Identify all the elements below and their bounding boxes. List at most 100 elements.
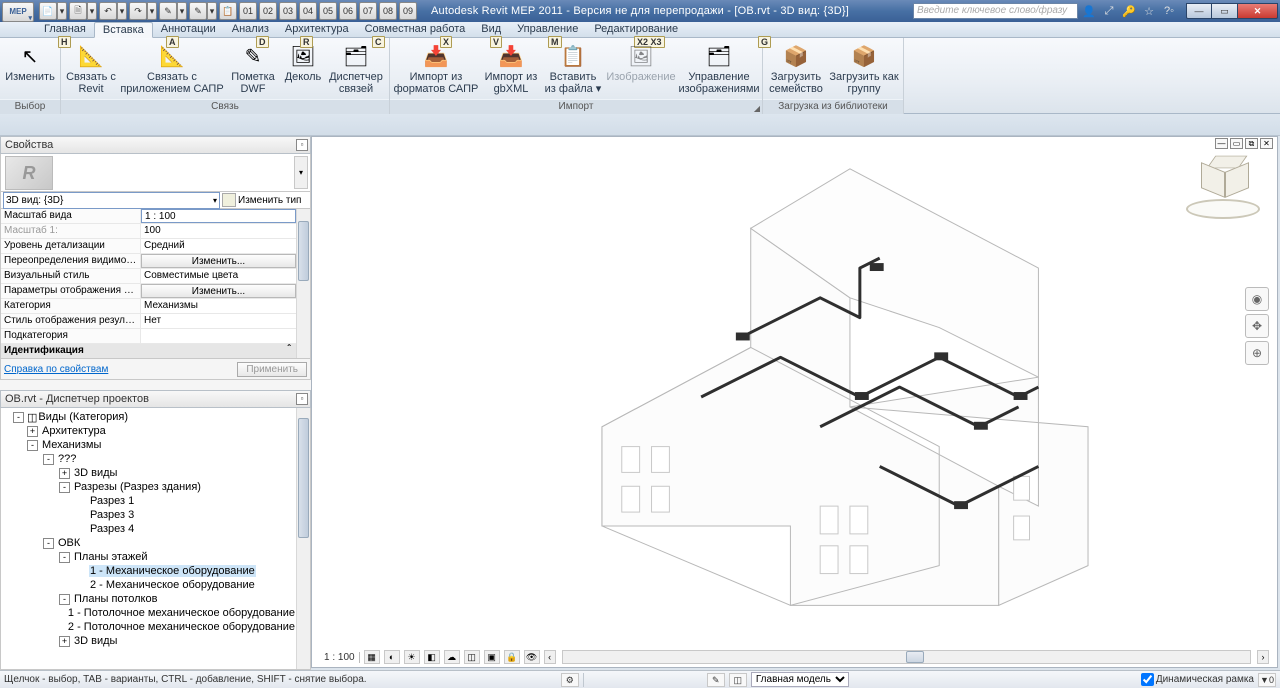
qat-button-4[interactable]: ✎ bbox=[159, 2, 177, 20]
browser-close-icon[interactable]: ▫ bbox=[296, 393, 308, 405]
tree-item[interactable]: -Разрезы (Разрез здания) bbox=[1, 480, 296, 494]
property-value[interactable]: Изменить... bbox=[141, 254, 296, 268]
ribbon-button[interactable]: 📋Вставитьиз файла ▾ bbox=[542, 39, 604, 99]
key-icon[interactable]: 🔑 bbox=[1120, 2, 1138, 20]
qat-button-15[interactable]: 09 bbox=[399, 2, 417, 20]
tab-Архитектура[interactable]: Архитектура bbox=[277, 22, 357, 37]
qat-button-5[interactable]: ✎ bbox=[189, 2, 207, 20]
search-input[interactable]: Введите ключевое слово/фразу bbox=[913, 3, 1078, 19]
tree-item[interactable]: 1 - Механическое оборудование bbox=[1, 564, 296, 578]
ribbon-button[interactable]: 🗂Управлениеизображениями bbox=[678, 39, 760, 99]
qat-dropdown-4[interactable]: ▾ bbox=[177, 2, 187, 20]
favorite-icon[interactable]: ☆ bbox=[1140, 2, 1158, 20]
nav-zoom-icon[interactable]: ⊕ bbox=[1245, 341, 1269, 365]
property-row[interactable]: Масштаб 1:100 bbox=[1, 224, 296, 239]
tree-twisty-icon[interactable]: - bbox=[13, 412, 24, 423]
property-value[interactable]: Средний bbox=[141, 239, 296, 253]
maximize-button[interactable]: ▭ bbox=[1212, 3, 1238, 19]
tree-twisty-icon[interactable]: + bbox=[59, 636, 70, 647]
tree-item[interactable]: -Механизмы bbox=[1, 438, 296, 452]
qat-dropdown-3[interactable]: ▾ bbox=[147, 2, 157, 20]
tab-Вид[interactable]: Вид bbox=[473, 22, 509, 37]
qat-dropdown-0[interactable]: ▾ bbox=[57, 2, 67, 20]
tab-Анализ[interactable]: Анализ bbox=[224, 22, 277, 37]
tree-item[interactable]: Разрез 4 bbox=[1, 522, 296, 536]
ribbon-button[interactable]: ✎ПометкаDWF bbox=[225, 39, 281, 99]
crop-region-icon[interactable]: ▣ bbox=[484, 650, 500, 664]
instance-selector[interactable]: 3D вид: {3D} bbox=[3, 192, 220, 209]
qat-button-12[interactable]: 06 bbox=[339, 2, 357, 20]
edit-type-button[interactable]: Изменить тип bbox=[222, 193, 308, 208]
status-model-select[interactable]: Главная модель bbox=[751, 672, 849, 687]
tab-Вставка[interactable]: Вставка bbox=[94, 22, 153, 38]
qat-dropdown-5[interactable]: ▾ bbox=[207, 2, 217, 20]
ribbon-button[interactable]: ↖Изменить bbox=[2, 39, 58, 99]
type-selector[interactable]: ▾ bbox=[0, 154, 311, 192]
crop-view-icon[interactable]: ◫ bbox=[464, 650, 480, 664]
qat-button-1[interactable]: 🗎 bbox=[69, 2, 87, 20]
browser-scrollbar[interactable] bbox=[296, 408, 310, 669]
tab-Главная[interactable]: Главная bbox=[36, 22, 94, 37]
tree-item[interactable]: Разрез 3 bbox=[1, 508, 296, 522]
qat-dropdown-2[interactable]: ▾ bbox=[117, 2, 127, 20]
tree-twisty-icon[interactable]: - bbox=[27, 440, 38, 451]
qat-button-10[interactable]: 04 bbox=[299, 2, 317, 20]
view-max-icon[interactable]: ▭ bbox=[1230, 138, 1243, 149]
project-browser-tree[interactable]: -◫ Виды (Категория)+Архитектура-Механизм… bbox=[1, 408, 296, 669]
qat-button-2[interactable]: ↶ bbox=[99, 2, 117, 20]
tree-item[interactable]: -Планы этажей bbox=[1, 550, 296, 564]
property-row[interactable]: Визуальный стильСовместимые цвета bbox=[1, 269, 296, 284]
ribbon-button[interactable]: 📥Импорт изgbXML bbox=[480, 39, 542, 99]
tree-twisty-icon[interactable]: + bbox=[59, 468, 70, 479]
tree-item[interactable]: Разрез 1 bbox=[1, 494, 296, 508]
qat-button-11[interactable]: 05 bbox=[319, 2, 337, 20]
tree-item[interactable]: 1 - Потолочное механическое оборудование bbox=[1, 606, 296, 620]
ribbon-button[interactable]: 📐Связать сRevit bbox=[63, 39, 119, 99]
qat-button-13[interactable]: 07 bbox=[359, 2, 377, 20]
help-icon[interactable]: ?◦ bbox=[1160, 2, 1178, 20]
qat-button-14[interactable]: 08 bbox=[379, 2, 397, 20]
property-row[interactable]: Параметры отображения гр...Изменить... bbox=[1, 284, 296, 299]
property-row[interactable]: Уровень детализацииСредний bbox=[1, 239, 296, 254]
view-close-icon[interactable]: ✕ bbox=[1260, 138, 1273, 149]
lock-icon[interactable]: 🔒 bbox=[504, 650, 520, 664]
panel-expand-icon[interactable]: ◢ bbox=[754, 102, 760, 116]
tree-item[interactable]: +3D виды bbox=[1, 466, 296, 480]
property-row[interactable]: Стиль отображения результ...Нет bbox=[1, 314, 296, 329]
tab-Аннотации[interactable]: Аннотации bbox=[153, 22, 224, 37]
status-design-options-icon[interactable]: ◫ bbox=[729, 673, 747, 687]
property-row[interactable]: Масштаб вида1 : 100 bbox=[1, 209, 296, 224]
property-value[interactable]: Изменить... bbox=[141, 284, 296, 298]
ribbon-button[interactable]: 📐Связать сприложением САПР bbox=[119, 39, 225, 99]
view-scale[interactable]: 1 : 100 bbox=[320, 652, 360, 663]
apply-button[interactable]: Применить bbox=[237, 362, 307, 377]
status-filter-icon[interactable]: ▼0 bbox=[1258, 673, 1276, 687]
ribbon-button[interactable]: 🗂Диспетчерсвязей bbox=[325, 39, 387, 99]
property-group[interactable]: Идентификацияˆ bbox=[1, 344, 296, 358]
properties-scrollbar[interactable] bbox=[296, 209, 310, 358]
viewbar-right-icon[interactable]: › bbox=[1257, 650, 1269, 664]
property-value[interactable]: 100 bbox=[141, 224, 296, 238]
nav-wheel-icon[interactable]: ◉ bbox=[1245, 287, 1269, 311]
drawing-area[interactable]: — ▭ ⧉ ✕ ◉ ✥ ⊕ bbox=[311, 136, 1278, 668]
qat-button-8[interactable]: 02 bbox=[259, 2, 277, 20]
qat-dropdown-1[interactable]: ▾ bbox=[87, 2, 97, 20]
properties-close-icon[interactable]: ▫ bbox=[296, 139, 308, 151]
ribbon-button[interactable]: 🖼Деколь bbox=[281, 39, 325, 99]
tree-item[interactable]: 2 - Механическое оборудование bbox=[1, 578, 296, 592]
tab-Редактирование[interactable]: Редактирование bbox=[586, 22, 686, 37]
exchange-icon[interactable]: ⤢ bbox=[1100, 2, 1118, 20]
render-icon[interactable]: ☁ bbox=[444, 650, 460, 664]
tree-twisty-icon[interactable]: - bbox=[59, 594, 70, 605]
minimize-button[interactable]: — bbox=[1186, 3, 1212, 19]
property-value[interactable]: 1 : 100 bbox=[141, 209, 296, 223]
qat-button-7[interactable]: 01 bbox=[239, 2, 257, 20]
tree-item[interactable]: 2 - Потолочное механическое оборудование bbox=[1, 620, 296, 634]
sun-path-icon[interactable]: ☀ bbox=[404, 650, 420, 664]
status-worksets-icon[interactable]: ⚙ bbox=[561, 673, 579, 687]
property-value[interactable] bbox=[141, 329, 296, 343]
status-editable-icon[interactable]: ✎ bbox=[707, 673, 725, 687]
property-value[interactable]: Совместимые цвета bbox=[141, 269, 296, 283]
view-hscrollbar[interactable] bbox=[562, 650, 1251, 664]
qat-button-0[interactable]: 📄 bbox=[39, 2, 57, 20]
